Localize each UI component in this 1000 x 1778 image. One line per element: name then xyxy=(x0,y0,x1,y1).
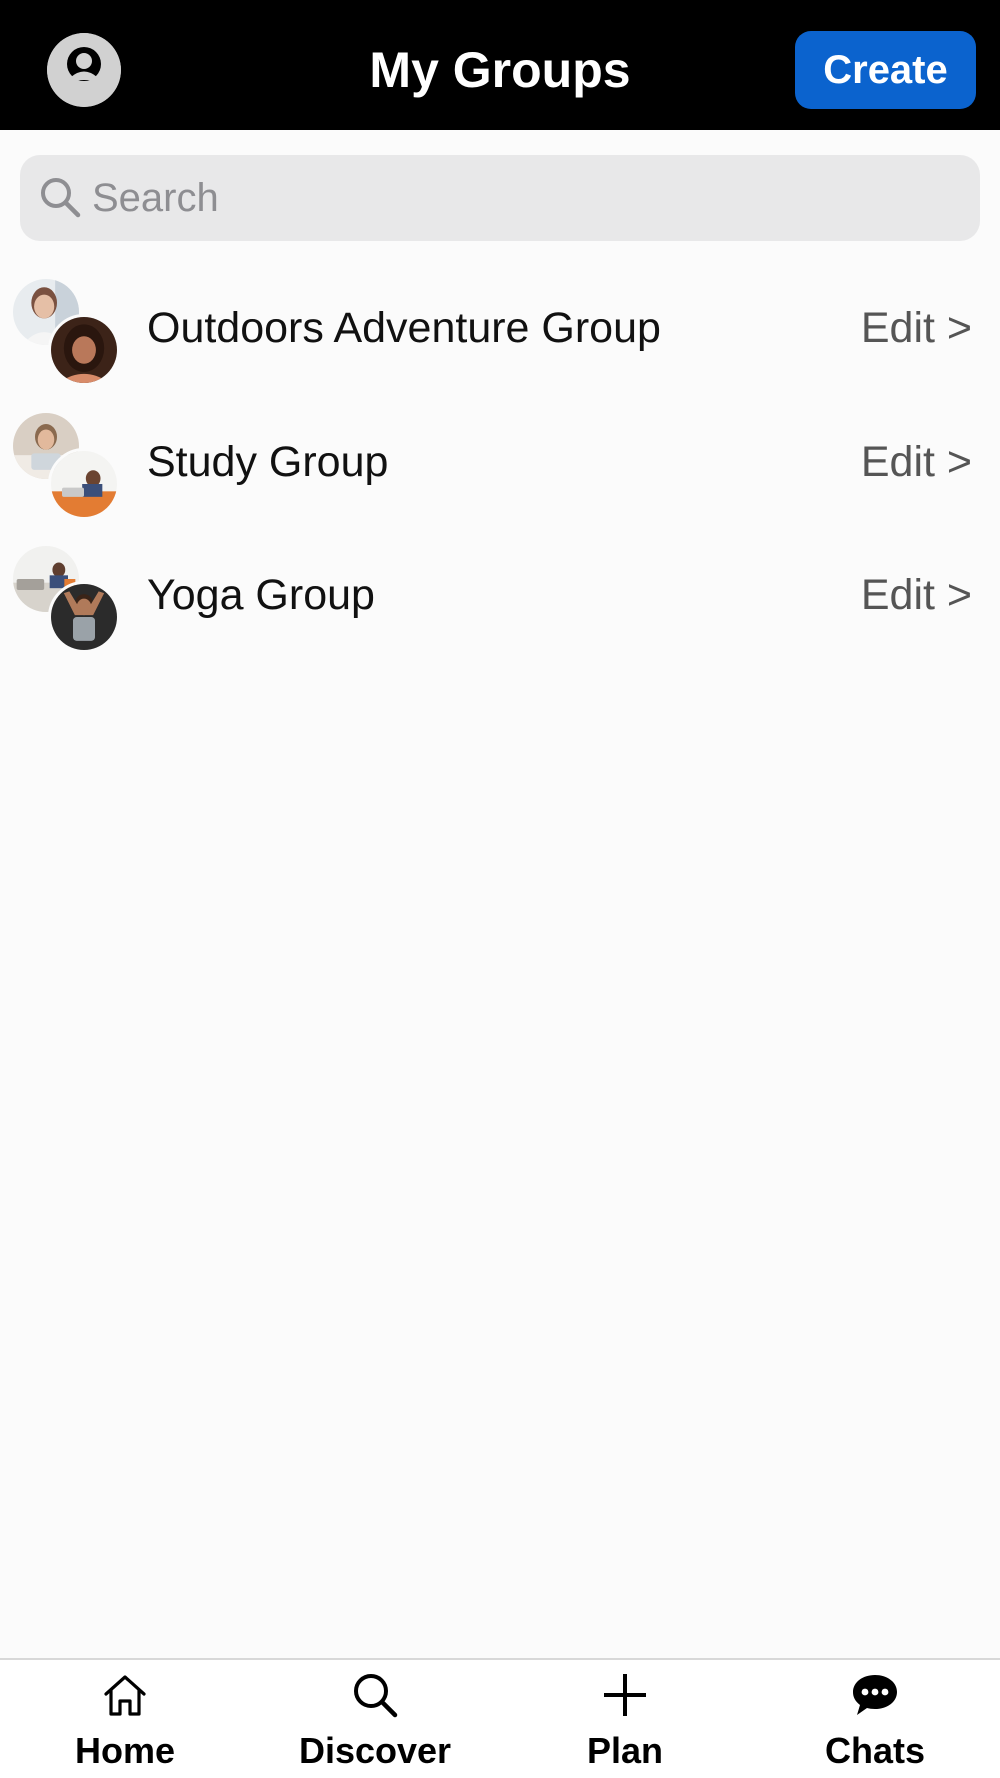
search-icon xyxy=(354,1674,398,1718)
bottom-nav: Home Discover Plan Chats xyxy=(0,1658,1000,1778)
top-bar: My Groups Create xyxy=(0,0,1000,130)
group-row-yoga[interactable]: Yoga Group Edit > xyxy=(0,543,1000,663)
home-icon xyxy=(104,1675,146,1716)
nav-chats[interactable]: Chats xyxy=(750,1660,1000,1778)
plus-icon xyxy=(604,1674,646,1716)
nav-discover[interactable]: Discover xyxy=(250,1660,500,1778)
edit-group-link[interactable]: Edit > xyxy=(861,571,972,620)
create-button[interactable]: Create xyxy=(795,31,976,109)
group-avatar-stack xyxy=(10,410,120,520)
group-name: Outdoors Adventure Group xyxy=(147,304,661,352)
group-row-outdoors[interactable]: Outdoors Adventure Group Edit > xyxy=(0,276,1000,396)
group-avatar-stack xyxy=(10,543,120,653)
group-name: Yoga Group xyxy=(147,571,375,619)
member-avatar xyxy=(48,581,120,653)
group-row-study[interactable]: Study Group Edit > xyxy=(0,410,1000,530)
nav-label: Plan xyxy=(586,1730,664,1771)
search-input[interactable] xyxy=(92,155,962,241)
nav-home[interactable]: Home xyxy=(0,1660,250,1778)
nav-label: Discover xyxy=(298,1730,452,1771)
search-icon xyxy=(41,178,81,218)
person-icon xyxy=(47,33,121,107)
member-avatar xyxy=(48,448,120,520)
nav-label: Chats xyxy=(824,1730,926,1771)
group-name: Study Group xyxy=(147,438,389,486)
edit-group-link[interactable]: Edit > xyxy=(861,438,972,487)
edit-group-link[interactable]: Edit > xyxy=(861,304,972,353)
nav-plan[interactable]: Plan xyxy=(500,1660,750,1778)
member-avatar xyxy=(48,314,120,386)
nav-label: Home xyxy=(74,1730,176,1771)
search-bar[interactable] xyxy=(20,155,980,241)
chat-bubble-icon xyxy=(853,1675,897,1715)
profile-button[interactable] xyxy=(47,33,121,107)
group-avatar-stack xyxy=(10,276,120,386)
